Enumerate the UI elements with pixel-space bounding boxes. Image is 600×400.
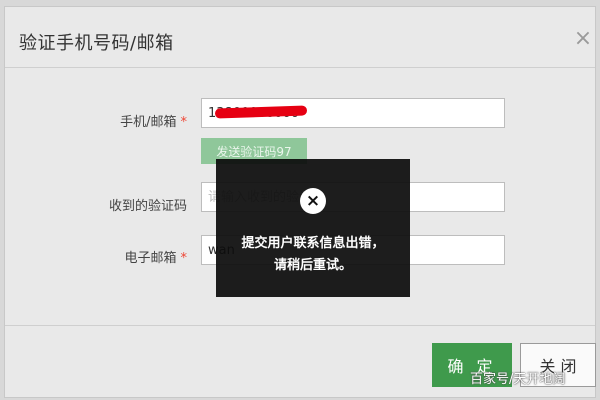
toast-message: 提交用户联系信息出错，请稍后重试。 [241, 236, 385, 273]
required-mark: * [180, 115, 188, 130]
code-label: 收到的验证码 [108, 199, 187, 214]
error-x-icon: × [300, 188, 326, 214]
phone-label-text: 手机/邮箱 [120, 115, 177, 130]
dialog-title: 验证手机号码/邮箱 [19, 33, 174, 54]
header-divider [5, 67, 595, 68]
error-toast: × 提交用户联系信息出错，请稍后重试。 [216, 159, 410, 297]
footer-divider [5, 325, 595, 326]
watermark: 百家号/天开地阔 [470, 372, 566, 387]
required-mark: * [180, 251, 188, 266]
email-label-text: 电子邮箱 [124, 251, 177, 266]
phone-label: 手机/邮箱 * [17, 111, 187, 130]
close-icon[interactable]: × [571, 27, 595, 51]
email-label: 电子邮箱 * [17, 247, 187, 266]
